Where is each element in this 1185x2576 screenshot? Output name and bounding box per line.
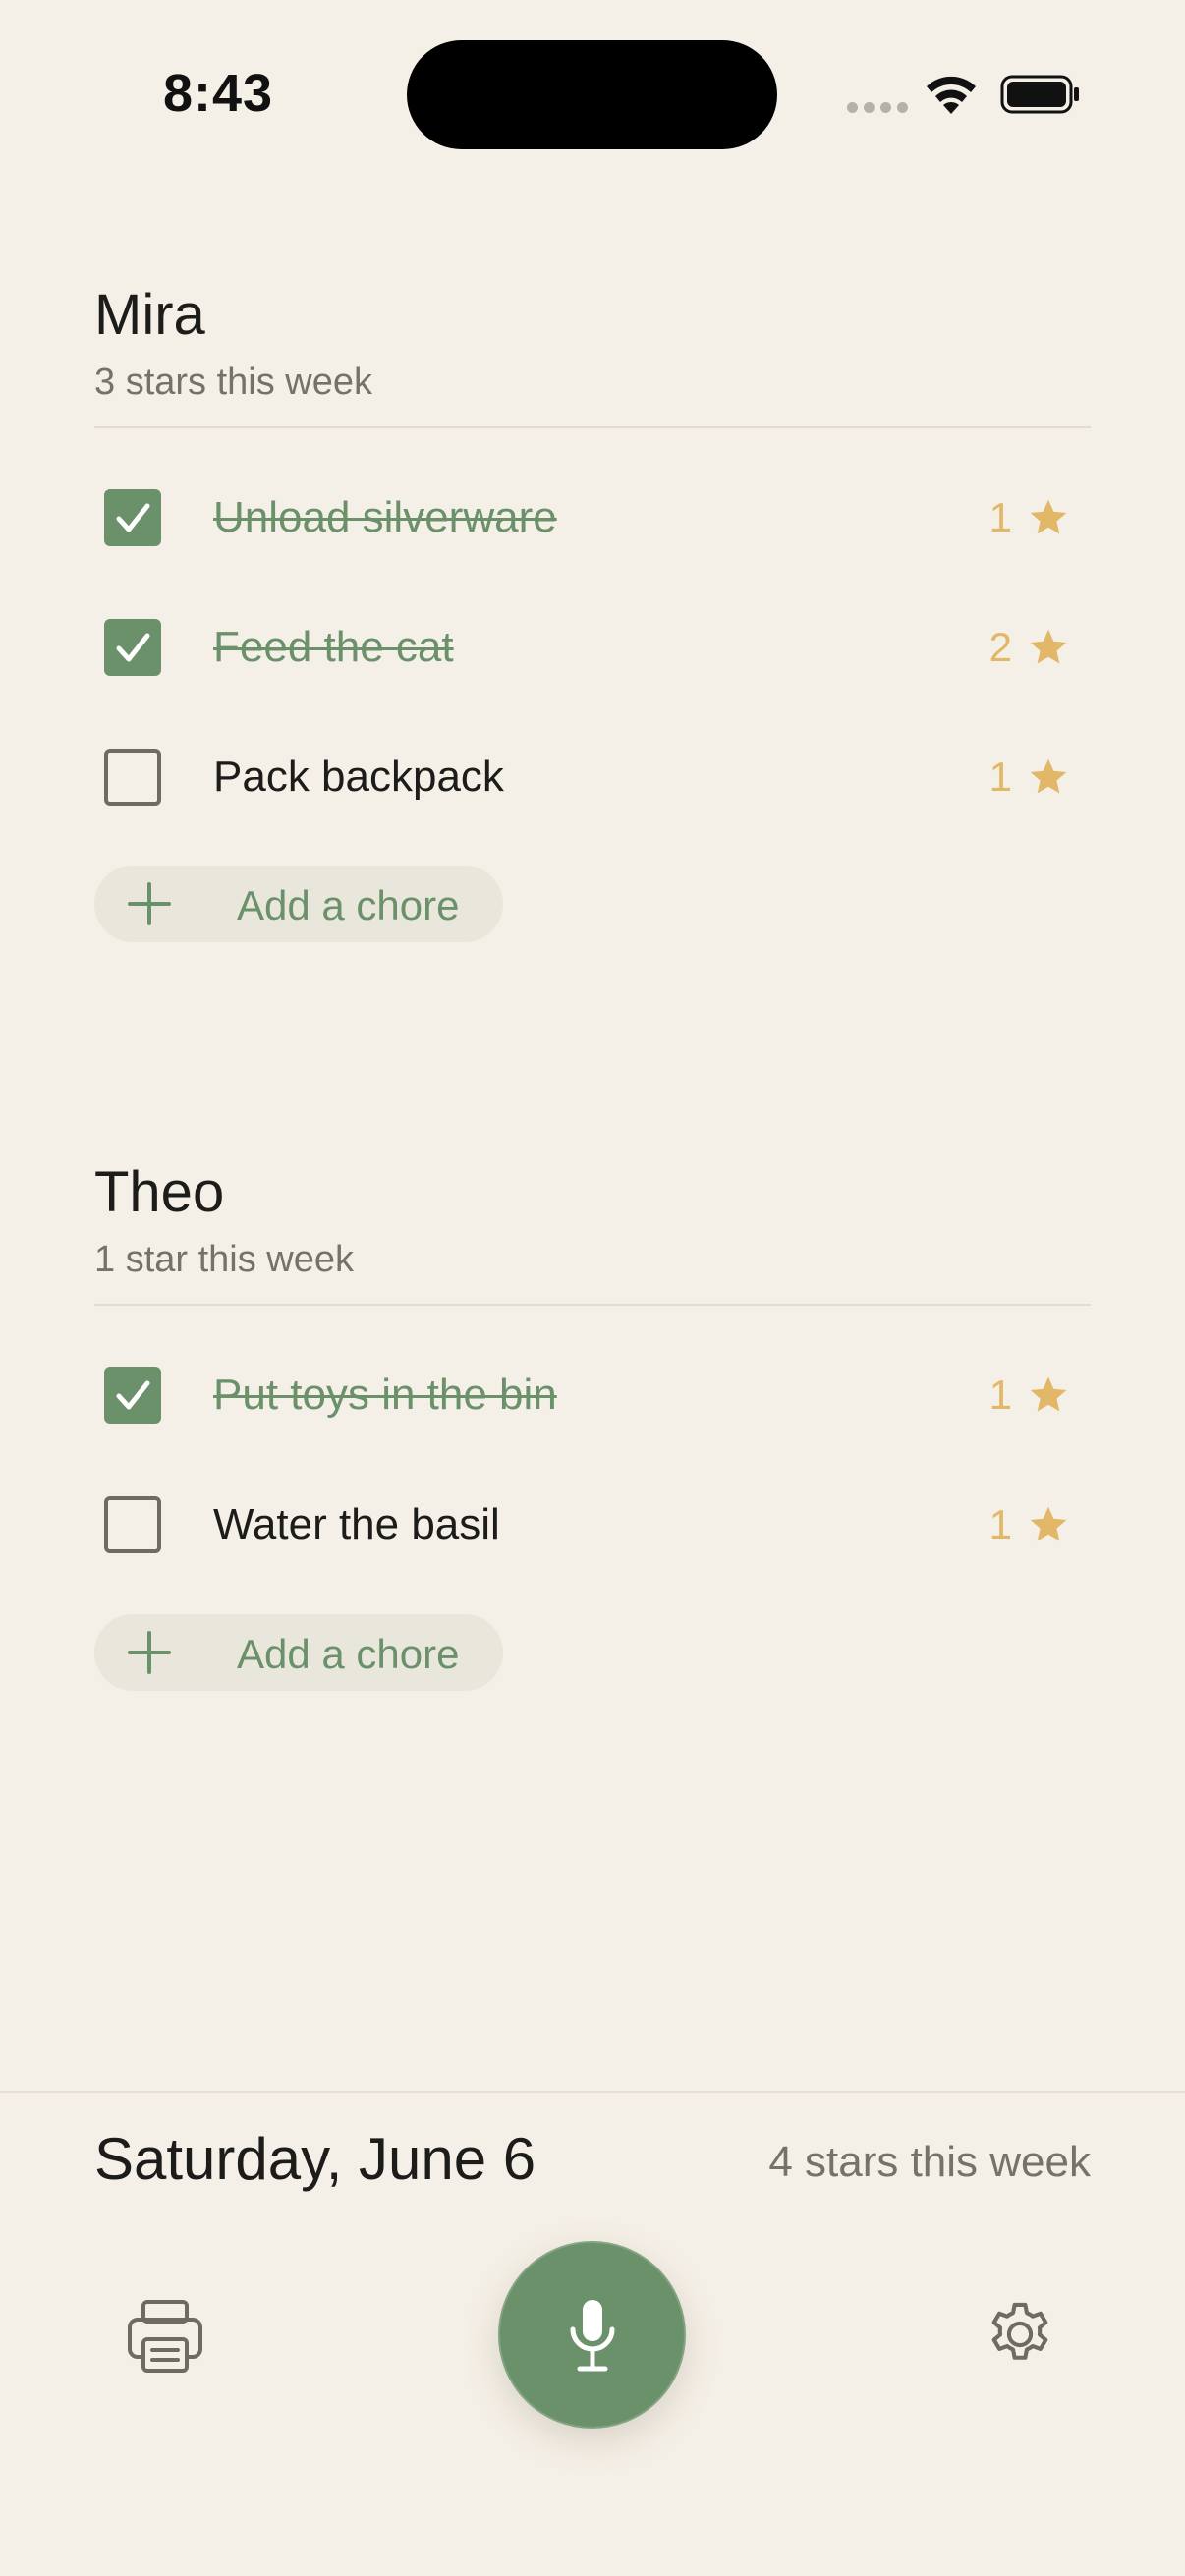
chore-label: Unload silverware: [213, 493, 557, 541]
chore-row[interactable]: Put toys in the bin 1: [94, 1330, 1091, 1460]
chore-points: 1: [988, 754, 1012, 800]
chore-label: Feed the cat: [213, 623, 454, 671]
chore-points: 1: [988, 494, 1012, 540]
footer-divider: [0, 2091, 1185, 2093]
kid-name: Theo: [94, 1160, 225, 1224]
microphone-button[interactable]: [498, 2241, 686, 2429]
star-icon: [1030, 629, 1067, 664]
printer-icon[interactable]: [126, 2296, 204, 2375]
chore-label: Water the basil: [213, 1500, 500, 1548]
kid-weekly-stars: 3 stars this week: [94, 362, 372, 403]
footer-date: Saturday, June 6: [94, 2126, 536, 2192]
kid-section-mira: Mira 3 stars this week: [94, 287, 1091, 428]
chore-list-theo: Put toys in the bin 1 Water the basil 1: [94, 1330, 1091, 1590]
chore-label: Pack backpack: [213, 753, 504, 801]
cellular-signal-icon: [847, 102, 908, 116]
checkmark-icon: [116, 633, 150, 662]
status-time: 8:43: [163, 64, 274, 123]
star-icon: [1030, 499, 1067, 534]
checkmark-icon: [116, 503, 150, 532]
wifi-icon: [927, 76, 976, 114]
plus-icon: [128, 1631, 171, 1674]
checkbox-checked[interactable]: [104, 489, 161, 546]
chore-points: 2: [988, 624, 1012, 670]
chore-row[interactable]: Water the basil 1: [94, 1460, 1091, 1590]
checkmark-icon: [116, 1380, 150, 1410]
add-chore-label: Add a chore: [237, 1631, 460, 1677]
dynamic-island: [407, 40, 777, 149]
plus-icon: [128, 882, 171, 925]
add-chore-button[interactable]: Add a chore: [94, 866, 503, 942]
add-chore-label: Add a chore: [237, 882, 460, 928]
chore-row[interactable]: Unload silverware 1: [94, 453, 1091, 583]
chore-label: Put toys in the bin: [213, 1371, 557, 1419]
microphone-icon: [570, 2299, 614, 2371]
checkbox-checked[interactable]: [104, 619, 161, 676]
checkbox-unchecked[interactable]: [104, 1496, 161, 1553]
add-chore-button[interactable]: Add a chore: [94, 1614, 503, 1691]
section-divider: [94, 426, 1091, 428]
kid-weekly-stars: 1 star this week: [94, 1239, 354, 1280]
kid-section-theo: Theo 1 star this week: [94, 1164, 1091, 1306]
battery-icon: [1000, 75, 1079, 114]
chore-list-mira: Unload silverware 1 Feed the cat 2 Pack …: [94, 453, 1091, 842]
star-icon: [1030, 758, 1067, 794]
chore-row[interactable]: Pack backpack 1: [94, 712, 1091, 842]
chore-points: 1: [988, 1501, 1012, 1547]
footer-total-stars: 4 stars this week: [768, 2138, 1091, 2186]
kid-name: Mira: [94, 283, 205, 347]
chore-points: 1: [988, 1372, 1012, 1418]
checkbox-unchecked[interactable]: [104, 749, 161, 806]
section-divider: [94, 1304, 1091, 1306]
checkbox-checked[interactable]: [104, 1367, 161, 1424]
star-icon: [1030, 1506, 1067, 1541]
gear-icon[interactable]: [983, 2297, 1057, 2372]
chore-row[interactable]: Feed the cat 2: [94, 583, 1091, 712]
star-icon: [1030, 1376, 1067, 1412]
